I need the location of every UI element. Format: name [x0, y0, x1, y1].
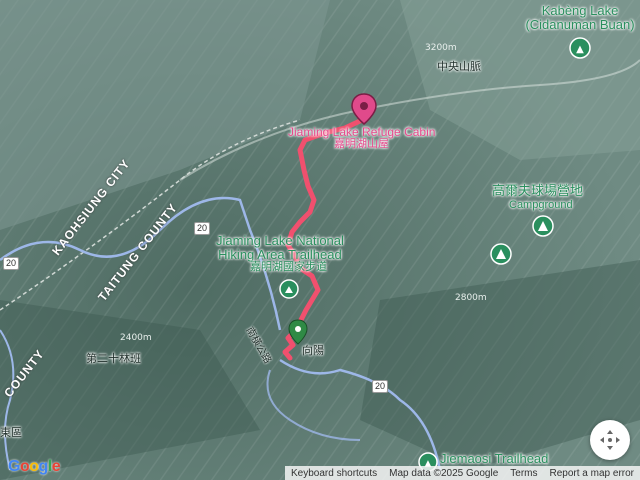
central-range-label: 中央山脈	[437, 61, 481, 73]
xiangyang-label[interactable]: 向陽	[302, 345, 324, 358]
locate-button[interactable]	[590, 420, 630, 460]
road-shield: 20	[372, 380, 389, 393]
jiemaosi-label[interactable]: Jiemaosi Trailhead	[440, 452, 548, 466]
map-footer: Keyboard shortcuts Map data ©2025 Google…	[284, 466, 640, 480]
refuge-cabin-label-zh[interactable]: 嘉明湖山屋	[334, 138, 389, 151]
campground-icon[interactable]	[490, 243, 512, 265]
kabeng-lake-label[interactable]: Kabèng Lake (Cidanuman Buan)	[520, 4, 640, 31]
edge-district-label: 東區	[0, 427, 22, 439]
svg-text:▲: ▲	[576, 44, 584, 55]
road-shield: 20	[194, 222, 211, 235]
contour-label: 2400m	[120, 333, 152, 343]
campground-label-zh[interactable]: 高爾夫球場營地	[492, 184, 583, 198]
google-logo: Google	[8, 458, 61, 475]
contour-label: 2800m	[455, 293, 487, 303]
park-icon[interactable]: ▲	[569, 37, 591, 59]
road-shield: 20	[3, 257, 20, 270]
refuge-cabin-label-en[interactable]: Jiaming Lake Refuge Cabin	[288, 126, 435, 139]
report-error-link[interactable]: Report a map error	[544, 468, 640, 479]
terms-link[interactable]: Terms	[504, 468, 543, 479]
campground-label-en[interactable]: Campground	[509, 199, 573, 212]
keyboard-shortcuts-link[interactable]: Keyboard shortcuts	[285, 468, 383, 479]
campground-icon[interactable]	[532, 215, 554, 237]
map-data-attribution: Map data ©2025 Google	[389, 467, 499, 479]
park-icon[interactable]: ⛰	[279, 279, 299, 299]
contour-label: 3200m	[425, 43, 457, 53]
forest-compartment-label: 第二十林班	[86, 353, 141, 365]
svg-text:⛰: ⛰	[285, 285, 294, 296]
locate-icon	[600, 430, 620, 450]
trailhead-label-en[interactable]: Jiaming Lake National Hiking Area Trailh…	[216, 234, 344, 261]
trailhead-label-zh[interactable]: 嘉明湖國家步道	[250, 261, 327, 274]
